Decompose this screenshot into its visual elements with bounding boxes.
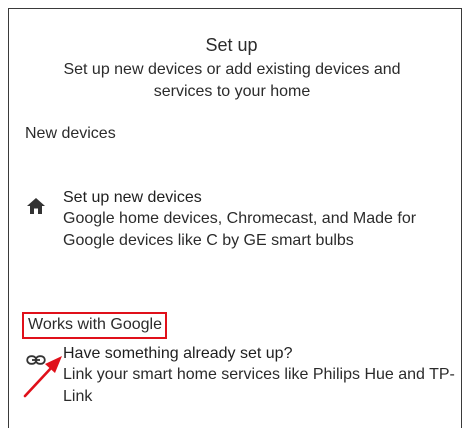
link-existing-services-title: Have something already set up? (63, 345, 293, 362)
red-arrow-annotation-icon (22, 353, 66, 399)
setup-new-devices-title: Set up new devices (63, 189, 202, 206)
setup-new-devices-item[interactable]: Set up new devices Google home devices, … (0, 187, 463, 277)
link-existing-services-item[interactable]: Have something already set up? Link your… (0, 343, 463, 413)
section-header-new-devices: New devices (25, 125, 116, 142)
page-subtitle: Set up new devices or add existing devic… (63, 61, 401, 100)
page-title: Set up (205, 35, 258, 55)
home-icon (26, 196, 46, 216)
link-existing-services-description: Link your smart home services like Phili… (63, 366, 455, 405)
section-header-works-with-google: Works with Google (22, 312, 167, 339)
setup-new-devices-description: Google home devices, Chromecast, and Mad… (63, 210, 417, 249)
